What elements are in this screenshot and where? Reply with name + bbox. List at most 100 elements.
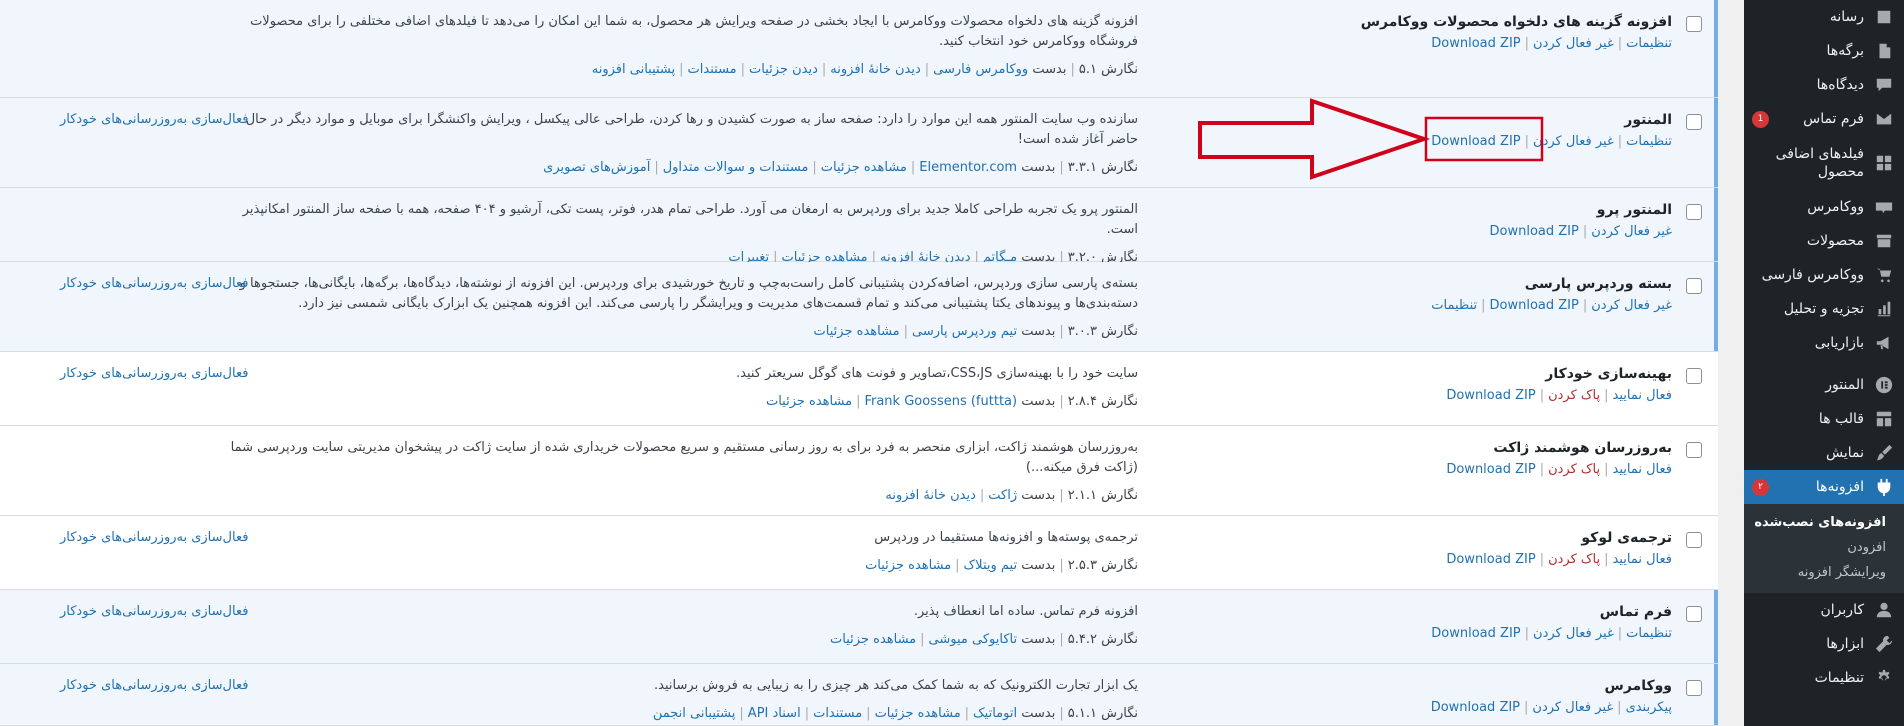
sidebar-item-grid[interactable]: فیلدهای اضافی محصول xyxy=(1744,136,1904,190)
download-zip-link[interactable]: Download ZIP xyxy=(1431,36,1520,51)
plugin-meta-link[interactable]: دیدن خانهٔ افزونه xyxy=(885,488,976,503)
plugin-title-column: ترجمه‌ی لوکو فعال نمایید|پاک کردن|Downloa… xyxy=(1387,528,1672,570)
download-zip-link[interactable]: Download ZIP xyxy=(1446,462,1535,477)
comments-icon xyxy=(1874,75,1894,95)
deactivate-link[interactable]: غیر فعال کردن xyxy=(1591,298,1672,313)
plugin-meta-link[interactable]: پشتیبانی افزونه xyxy=(592,62,675,77)
plugin-select-checkbox[interactable] xyxy=(1686,278,1702,294)
paintbrush-icon xyxy=(1874,443,1894,463)
action-separator: | xyxy=(1604,388,1609,403)
plugin-meta-link[interactable]: مستندات xyxy=(688,62,737,77)
sidebar-item-chart-bar[interactable]: تجزیه و تحلیل xyxy=(1744,292,1904,326)
delete-link[interactable]: پاک کردن xyxy=(1548,388,1600,403)
plugin-author-link[interactable]: Frank Goossens (futtta) xyxy=(864,394,1017,409)
plugin-meta-link[interactable]: مستندات xyxy=(813,706,862,721)
settings-link[interactable]: تنظیمات xyxy=(1626,134,1672,149)
settings-link[interactable]: تنظیمات xyxy=(1626,626,1672,641)
download-zip-link[interactable]: Download ZIP xyxy=(1431,700,1520,715)
plugin-meta-link[interactable]: پشتیبانی انجمن xyxy=(653,706,736,721)
sidebar-item-elementor[interactable]: المنتور xyxy=(1744,368,1904,402)
plugin-meta-link[interactable]: مشاهده جزئیات xyxy=(766,394,852,409)
plugin-author-link[interactable]: ووکامرس فارسی xyxy=(933,62,1028,77)
plugin-meta-link[interactable]: اسناد API xyxy=(748,706,801,721)
download-zip-link[interactable]: Download ZIP xyxy=(1446,552,1535,567)
delete-link[interactable]: پاک کردن xyxy=(1548,462,1600,477)
enable-auto-updates-link[interactable]: فعال‌سازی به‌روزرسانی‌های خودکار xyxy=(60,604,248,619)
plugin-by-label: بدست xyxy=(1021,632,1056,647)
plugin-author-link[interactable]: تیم وردپرس پارسی xyxy=(912,324,1017,339)
plugin-name: ترجمه‌ی لوکو xyxy=(1581,530,1672,546)
plugin-title-column: بهینه‌سازی خودکار فعال نمایید|پاک کردن|Do… xyxy=(1387,364,1672,406)
deactivate-link[interactable]: غیر فعال کردن xyxy=(1533,36,1614,51)
plugin-author-link[interactable]: تیم ویتلاک xyxy=(964,558,1018,573)
plugin-meta-link[interactable]: مشاهده جزئیات xyxy=(814,324,900,339)
plugin-author-link[interactable]: اتوماتیک xyxy=(973,706,1017,721)
mail-icon xyxy=(1874,109,1894,129)
plugin-meta-link[interactable]: مشاهده جزئیات xyxy=(875,706,961,721)
sidebar-item-pages[interactable]: برگه‌ها xyxy=(1744,34,1904,68)
sidebar-item-label: دیدگاه‌ها xyxy=(1816,76,1864,93)
sidebar-item-archive[interactable]: محصولات xyxy=(1744,224,1904,258)
sidebar-item-label: تجزیه و تحلیل xyxy=(1783,300,1864,317)
download-zip-link[interactable]: Download ZIP xyxy=(1431,626,1520,641)
plugin-select-checkbox[interactable] xyxy=(1686,114,1702,130)
download-zip-link[interactable]: Download ZIP xyxy=(1446,388,1535,403)
sidebar-item-megaphone[interactable]: بازاریابی xyxy=(1744,326,1904,360)
settings-link[interactable]: تنظیمات xyxy=(1626,36,1672,51)
deactivate-link[interactable]: غیر فعال کردن xyxy=(1533,134,1614,149)
plugin-meta-link[interactable]: دیدن جزئیات xyxy=(749,62,818,77)
plugin-row-actions: تنظیمات|غیر فعال کردن|Download ZIP xyxy=(1387,624,1672,644)
delete-link[interactable]: پاک کردن xyxy=(1548,552,1600,567)
deactivate-link[interactable]: غیر فعال کردن xyxy=(1591,224,1672,239)
plugin-author-link[interactable]: تاکایوکی میوشی xyxy=(929,632,1018,647)
plugin-select-checkbox[interactable] xyxy=(1686,368,1702,384)
sidebar-item-settings[interactable]: تنظیمات xyxy=(1744,661,1904,695)
enable-auto-updates-link[interactable]: فعال‌سازی به‌روزرسانی‌های خودکار xyxy=(60,366,248,381)
sidebar-item-media[interactable]: رسانه xyxy=(1744,0,1904,34)
plugin-meta-link[interactable]: دیدن خانهٔ افزونه xyxy=(830,62,921,77)
activate-link[interactable]: فعال نمایید xyxy=(1613,552,1672,567)
activate-link[interactable]: فعال نمایید xyxy=(1613,388,1672,403)
deactivate-link[interactable]: غیر فعال کردن xyxy=(1532,700,1613,715)
sidebar-item-mail[interactable]: فرم تماس 1 xyxy=(1744,102,1904,136)
download-zip-link[interactable]: Download ZIP xyxy=(1490,298,1579,313)
download-zip-link[interactable]: Download ZIP xyxy=(1490,224,1579,239)
meta-separator: | xyxy=(979,488,985,503)
submenu-item-2[interactable]: ویرایشگر افزونه xyxy=(1744,560,1904,585)
settings-link[interactable]: تنظیمات xyxy=(1431,298,1477,313)
enable-auto-updates-link[interactable]: فعال‌سازی به‌روزرسانی‌های خودکار xyxy=(60,276,248,291)
submenu-item-1[interactable]: افزودن xyxy=(1744,535,1904,560)
plugin-select-checkbox[interactable] xyxy=(1686,442,1702,458)
sidebar-item-label: بازاریابی xyxy=(1814,334,1864,351)
enable-auto-updates-link[interactable]: فعال‌سازی به‌روزرسانی‌های خودکار xyxy=(60,678,248,693)
activate-link[interactable]: فعال نمایید xyxy=(1613,462,1672,477)
plugin-meta-link[interactable]: آموزش‌های تصویری xyxy=(543,160,650,175)
deactivate-link[interactable]: غیر فعال کردن xyxy=(1533,626,1614,641)
plugin-select-checkbox[interactable] xyxy=(1686,16,1702,32)
sidebar-item-paintbrush[interactable]: نمایش xyxy=(1744,436,1904,470)
sidebar-item-comments[interactable]: دیدگاه‌ها xyxy=(1744,68,1904,102)
action-separator: | xyxy=(1524,134,1530,149)
sidebar-item-cart[interactable]: ووکامرس فارسی xyxy=(1744,258,1904,292)
plugin-meta-link[interactable]: مشاهده جزئیات xyxy=(865,558,951,573)
sidebar-item-woo[interactable]: ووکامرس xyxy=(1744,190,1904,224)
enable-auto-updates-link[interactable]: فعال‌سازی به‌روزرسانی‌های خودکار xyxy=(60,530,248,545)
plugin-select-checkbox[interactable] xyxy=(1686,204,1702,220)
submenu-item-0[interactable]: افزونه‌های نصب‌شده xyxy=(1744,510,1904,535)
plugin-meta-link[interactable]: مشاهده جزئیات xyxy=(830,632,916,647)
sidebar-item-template[interactable]: قالب ها xyxy=(1744,402,1904,436)
sidebar-item-plugin[interactable]: افزونه‌ها ۲ xyxy=(1736,470,1904,504)
plugin-author-link[interactable]: ژاکت xyxy=(988,488,1017,503)
plugin-meta-link[interactable]: مستندات و سوالات متداول xyxy=(663,160,809,175)
settings-link[interactable]: پیکربندی xyxy=(1626,700,1672,715)
download-zip-link[interactable]: Download ZIP xyxy=(1431,134,1520,149)
plugin-select-checkbox[interactable] xyxy=(1686,606,1702,622)
sidebar-item-users[interactable]: کاربران xyxy=(1744,593,1904,627)
enable-auto-updates-link[interactable]: فعال‌سازی به‌روزرسانی‌های خودکار xyxy=(60,112,248,127)
plugin-select-checkbox[interactable] xyxy=(1686,680,1702,696)
plugin-select-checkbox[interactable] xyxy=(1686,532,1702,548)
sidebar-item-tools[interactable]: ابزارها xyxy=(1744,627,1904,661)
plugin-author-link[interactable]: Elementor.com xyxy=(919,160,1017,175)
plugin-meta-link[interactable]: مشاهده جزئیات xyxy=(821,160,907,175)
plugin-row: بسته وردپرس پارسی غیر فعال کردن|Download … xyxy=(0,262,1718,352)
